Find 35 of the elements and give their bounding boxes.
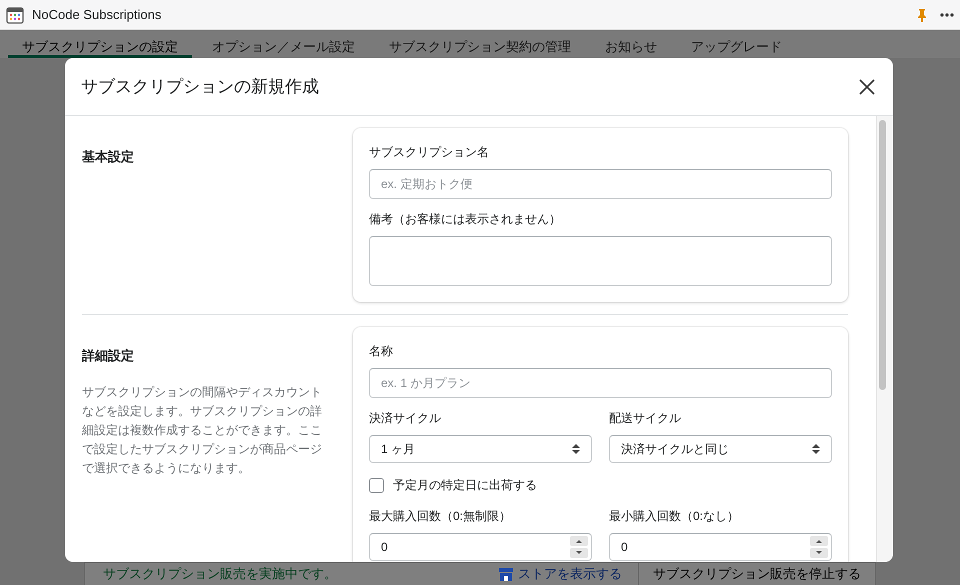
calendar-icon [6, 6, 24, 24]
field-label: サブスクリプション名 [369, 144, 490, 161]
field-label: 決済サイクル [369, 410, 442, 427]
tab[interactable]: お知らせ [591, 30, 671, 58]
store-icon [498, 566, 514, 582]
modal-title: サブスクリプションの新規作成 [81, 76, 319, 98]
tab[interactable]: サブスクリプション契約の管理 [375, 30, 585, 58]
field-label: 名称 [369, 343, 394, 360]
app-title: NoCode Subscriptions [32, 7, 162, 22]
section-description: サブスクリプションの間隔やディスカウントなどを設定します。サブスクリプションの詳細設定は複数作成することができます。ここで設定したサブスクリプションが商品ページで選択できるようになります。 [82, 384, 323, 477]
field-label: 最大購入回数（0:無制限） [369, 508, 512, 525]
field-label: 備考（お客様には表示されません） [369, 211, 562, 228]
dropdown[interactable]: 決済サイクルと同じ [609, 435, 832, 463]
updown-icon [572, 443, 580, 455]
text-field[interactable]: ex. 定期おトク便 [369, 169, 832, 199]
number-field[interactable]: 0 [369, 533, 592, 561]
text-field[interactable]: ex. 1 か月プラン [369, 368, 832, 398]
scrollbar[interactable] [876, 116, 893, 562]
more-icon[interactable] [940, 12, 954, 16]
banner-message: サブスクリプション販売を実施中です。 [103, 565, 337, 583]
dropdown[interactable]: 1 ヶ月 [369, 435, 592, 463]
section-title: 詳細設定 [82, 347, 135, 365]
updown-icon [812, 443, 820, 455]
section-title: 基本設定 [82, 148, 135, 166]
spinner-icon[interactable] [810, 536, 828, 558]
number-field[interactable]: 0 [609, 533, 832, 561]
tab[interactable]: アップグレード [677, 30, 796, 58]
tab[interactable]: オプション／メール設定 [198, 30, 369, 58]
checkbox-label: 予定月の特定日に出荷する [393, 477, 537, 494]
view-store-link[interactable]: ストアを表示する [518, 565, 622, 583]
field-label: 最小購入回数（0:なし） [609, 508, 740, 525]
spinner-icon[interactable] [570, 536, 588, 558]
checkbox[interactable] [369, 478, 384, 493]
close-icon[interactable] [859, 78, 875, 94]
field-label: 配送サイクル [609, 410, 682, 427]
